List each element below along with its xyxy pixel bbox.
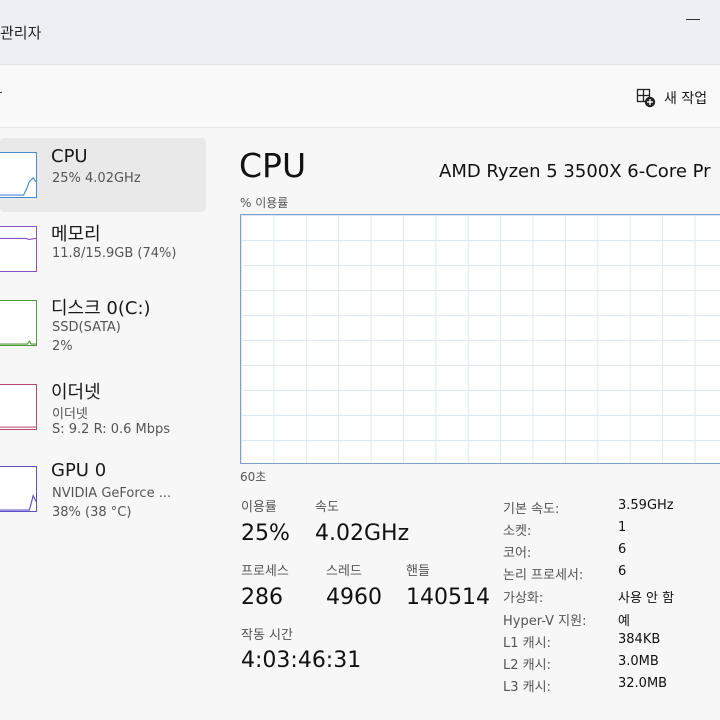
minimize-button[interactable] <box>676 8 712 32</box>
spec-value: 6 <box>618 564 627 579</box>
handles-value: 140514 <box>406 585 490 610</box>
threads-value: 4960 <box>326 585 382 610</box>
handles-label: 핸들 <box>406 564 430 579</box>
spec-value: 32.0MB <box>618 676 668 691</box>
threads-label: 스레드 <box>326 564 362 579</box>
sidebar-item-ethernet[interactable]: 이더넷 이더넷 S: 9.2 R: 0.6 Mbps <box>0 370 206 444</box>
cpu-model-name: AMD Ryzen 5 3500X 6-Core Pr <box>439 161 711 182</box>
sidebar-item-label: CPU <box>51 146 88 167</box>
sidebar-item-label: 디스크 0(C:) <box>51 298 151 319</box>
spec-key: L2 캐시: <box>503 658 551 673</box>
sidebar-item-label: 이더넷 <box>51 382 101 403</box>
utilization-label: 이용률 <box>241 500 277 515</box>
spec-value: 3.59GHz <box>618 498 674 513</box>
cpu-usage-graph <box>240 214 720 464</box>
sidebar-item-label: GPU 0 <box>51 460 107 481</box>
sidebar-item-detail: SSD(SATA) <box>52 320 121 335</box>
sidebar-item-detail: 이더넷 <box>52 407 88 422</box>
performance-sidebar: CPU 25% 4.02GHz 메모리 11.8/15.9GB (74%) 디스… <box>0 128 212 720</box>
uptime-value: 4:03:46:31 <box>241 648 362 673</box>
sidebar-item-throughput: S: 9.2 R: 0.6 Mbps <box>52 422 171 437</box>
cpu-thumbnail-graph <box>0 152 37 198</box>
minimize-icon <box>686 19 700 20</box>
new-task-icon <box>636 88 656 108</box>
uptime-label: 작동 시간 <box>241 628 293 643</box>
memory-thumbnail-graph <box>0 226 37 272</box>
page-title: CPU <box>239 146 307 185</box>
spec-key: 가상화: <box>503 591 544 606</box>
spec-key: Hyper-V 지원: <box>503 614 587 629</box>
spec-value: 1 <box>618 520 627 535</box>
sidebar-item-memory[interactable]: 메모리 11.8/15.9GB (74%) <box>0 212 206 286</box>
spec-key: 기본 속도: <box>503 502 560 517</box>
menu-icon[interactable] <box>0 92 2 93</box>
spec-key: L3 캐시: <box>503 680 551 695</box>
processes-value: 286 <box>241 585 283 610</box>
graph-time-span: 60초 <box>240 470 267 484</box>
app-title: 관리자 <box>0 24 42 42</box>
sidebar-item-gpu[interactable]: GPU 0 NVIDIA GeForce ... 38% (38 °C) <box>0 452 206 526</box>
title-bar: 관리자 <box>0 0 720 65</box>
spec-value: 6 <box>618 542 627 557</box>
spec-key: 소켓: <box>503 524 532 539</box>
spec-key: 코어: <box>503 546 532 561</box>
processes-label: 프로세스 <box>241 564 289 579</box>
sidebar-item-usage: 2% <box>52 339 73 354</box>
speed-value: 4.02GHz <box>315 521 410 546</box>
cpu-detail-panel: CPU AMD Ryzen 5 3500X 6-Core Pr % 이용률 60… <box>214 128 720 720</box>
spec-value: 384KB <box>618 632 661 647</box>
spec-value: 예 <box>618 614 630 629</box>
spec-value: 사용 안 함 <box>618 591 675 606</box>
sidebar-item-disk[interactable]: 디스크 0(C:) SSD(SATA) 2% <box>0 286 206 360</box>
spec-value: 3.0MB <box>618 654 659 669</box>
speed-label: 속도 <box>315 500 339 515</box>
new-task-button[interactable]: 새 작업 <box>636 85 707 111</box>
spec-key: L1 캐시: <box>503 636 551 651</box>
gpu-thumbnail-graph <box>0 466 37 512</box>
new-task-label: 새 작업 <box>664 91 708 107</box>
disk-thumbnail-graph <box>0 300 37 346</box>
sidebar-item-detail: NVIDIA GeForce ... <box>52 486 172 501</box>
sidebar-item-detail: 25% 4.02GHz <box>52 171 141 186</box>
graph-y-label: % 이용률 <box>240 196 289 210</box>
utilization-value: 25% <box>241 521 290 546</box>
spec-key: 논리 프로세서: <box>503 568 584 583</box>
toolbar: 새 작업 <box>0 65 720 128</box>
sidebar-item-detail: 11.8/15.9GB (74%) <box>52 246 177 261</box>
sidebar-item-label: 메모리 <box>51 224 101 245</box>
sidebar-item-cpu[interactable]: CPU 25% 4.02GHz <box>0 138 206 212</box>
ethernet-thumbnail-graph <box>0 384 37 430</box>
sidebar-item-usage: 38% (38 °C) <box>52 505 132 520</box>
